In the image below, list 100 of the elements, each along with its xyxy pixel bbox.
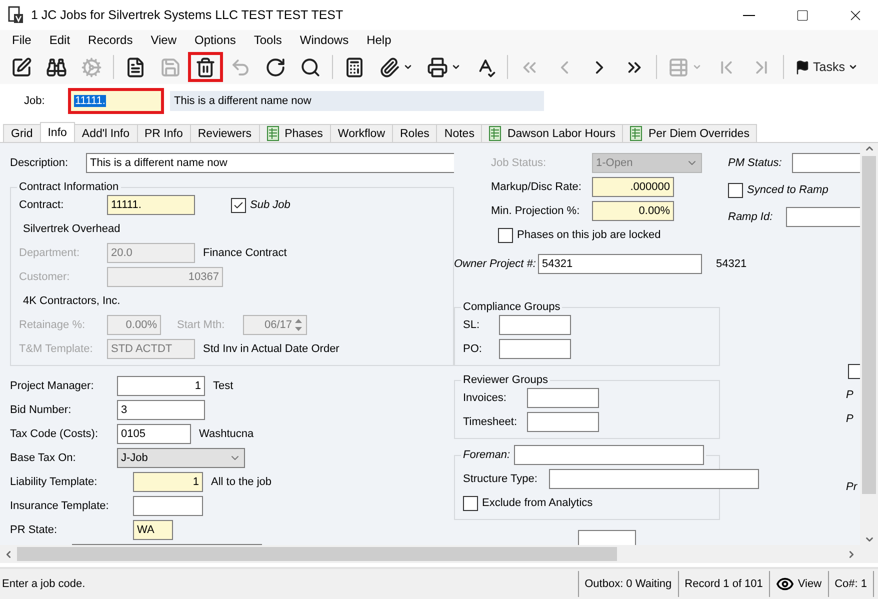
edit-icon (11, 56, 32, 78)
field-note: 54321 (716, 258, 747, 270)
checkbox[interactable] (728, 182, 743, 198)
tab[interactable]: Phases (258, 124, 331, 142)
input-field[interactable] (527, 388, 599, 408)
input-field[interactable] (527, 412, 599, 432)
menu-item[interactable]: Tools (244, 30, 291, 50)
horizontal-scrollbar[interactable] (0, 545, 878, 563)
menu-item[interactable]: Options (186, 30, 245, 50)
input-field[interactable] (514, 445, 704, 465)
tab[interactable]: Notes (436, 124, 482, 142)
menu-item[interactable]: Windows (290, 30, 358, 50)
menu-item[interactable]: View (142, 30, 186, 50)
gear-icon (81, 56, 102, 78)
input-field[interactable] (133, 496, 203, 516)
input-field[interactable] (549, 469, 759, 489)
input-field[interactable]: WA (133, 520, 173, 540)
field-label: Job Status: (491, 157, 548, 169)
field-label: Start Mth: (177, 319, 226, 331)
tab[interactable]: Grid (3, 124, 41, 142)
input-field[interactable]: 0.00% (592, 201, 674, 221)
input-field[interactable]: 0105 (117, 424, 191, 444)
minimize-icon (743, 14, 755, 16)
field-label: T&M Template: (19, 343, 94, 355)
field-label: Markup/Disc Rate: (491, 181, 582, 193)
field-label: Min. Projection %: (491, 205, 581, 217)
toolbar-button[interactable] (188, 52, 223, 82)
checkbox-label: Sub Job (250, 199, 290, 211)
field-note: Finance Contract (203, 247, 287, 259)
company-status: Co#: 1 (828, 571, 874, 597)
input-field[interactable]: .000000 (592, 177, 674, 197)
field-label: Owner Project #: (454, 258, 534, 270)
input-field[interactable]: 11111. (107, 195, 195, 215)
field-label: Liability Template: (10, 476, 98, 488)
checkbox[interactable] (848, 364, 860, 378)
field-note: Test (213, 380, 234, 392)
printer-icon (427, 56, 448, 78)
spreadsheet-icon (489, 126, 502, 141)
job-field[interactable]: 11111. (68, 88, 164, 114)
field-label: Bid Number: (10, 404, 72, 416)
dropdown-caret-icon (848, 62, 858, 72)
tab[interactable]: Add'l Info (74, 124, 138, 142)
flag-icon (795, 60, 810, 74)
field-label: Department: (19, 247, 81, 259)
document-icon (125, 56, 146, 78)
field-label: SL: (463, 319, 481, 331)
menu-item[interactable]: Help (358, 30, 400, 50)
redo-icon (265, 56, 286, 78)
menu-item[interactable]: File (3, 30, 40, 50)
field-note: All to the job (211, 476, 272, 488)
menu-item[interactable]: Records (79, 30, 142, 50)
input-field[interactable]: 3 (117, 400, 205, 420)
input-field[interactable] (578, 530, 636, 545)
scrollbar-thumb[interactable] (17, 547, 617, 561)
input-field[interactable]: 1 (133, 472, 203, 492)
field-label: PR State: (10, 524, 58, 536)
field-label: Invoices: (463, 392, 508, 404)
menu-item[interactable]: Edit (40, 30, 80, 50)
input-field[interactable]: 1 (117, 376, 205, 396)
outbox-status: Outbox: 0 Waiting (578, 571, 678, 597)
scrollbar-thumb[interactable] (862, 156, 876, 494)
dropdown-caret-icon (403, 62, 413, 72)
input-field[interactable] (792, 153, 860, 173)
check-icon (233, 200, 244, 210)
tab[interactable]: Workflow (330, 124, 393, 142)
input-field[interactable] (499, 315, 571, 335)
status-message: Enter a job code. (1, 578, 86, 590)
spreadsheet-icon (266, 126, 279, 141)
input-field[interactable] (499, 339, 571, 359)
field-label: Contract: (19, 199, 65, 211)
field-label: Tax Code (Costs): (10, 428, 100, 440)
input-field[interactable]: 54321 (538, 254, 702, 274)
field-label: P (846, 389, 854, 401)
tab[interactable]: Dawson Labor Hours (481, 124, 624, 142)
checkbox[interactable] (498, 228, 513, 242)
tab[interactable]: Reviewers (190, 124, 260, 142)
dropdown-field[interactable]: J-Job (117, 448, 245, 468)
tasks-menu-button[interactable]: Tasks (788, 52, 865, 82)
field-label: Insurance Template: (10, 500, 110, 512)
checkbox-label: Phases on this job are locked (517, 229, 661, 241)
search-icon (300, 56, 321, 78)
tab[interactable]: Roles (392, 124, 438, 142)
input-field[interactable]: This is a different name now (86, 153, 454, 173)
vertical-scrollbar[interactable] (860, 143, 878, 545)
input-field[interactable] (786, 207, 860, 227)
tab[interactable]: Per Diem Overrides (622, 124, 758, 142)
checkbox[interactable] (463, 496, 478, 510)
dropdown-caret-icon (451, 62, 461, 72)
field-note: Std Inv in Actual Date Order (203, 343, 340, 355)
job-name-field: This is a different name now (170, 91, 544, 111)
field-label: Retainage %: (19, 319, 86, 331)
field-label: PO: (463, 343, 483, 355)
spinner-arrows-icon (294, 318, 303, 332)
view-mode-status: View (768, 571, 828, 597)
field-label: Description: (10, 157, 70, 169)
field-label: Job: (24, 95, 46, 107)
customer-name: 4K Contractors, Inc. (22, 295, 120, 307)
paperclip-icon (379, 56, 400, 78)
tab[interactable]: PR Info (136, 124, 191, 142)
checkbox[interactable] (231, 198, 246, 212)
